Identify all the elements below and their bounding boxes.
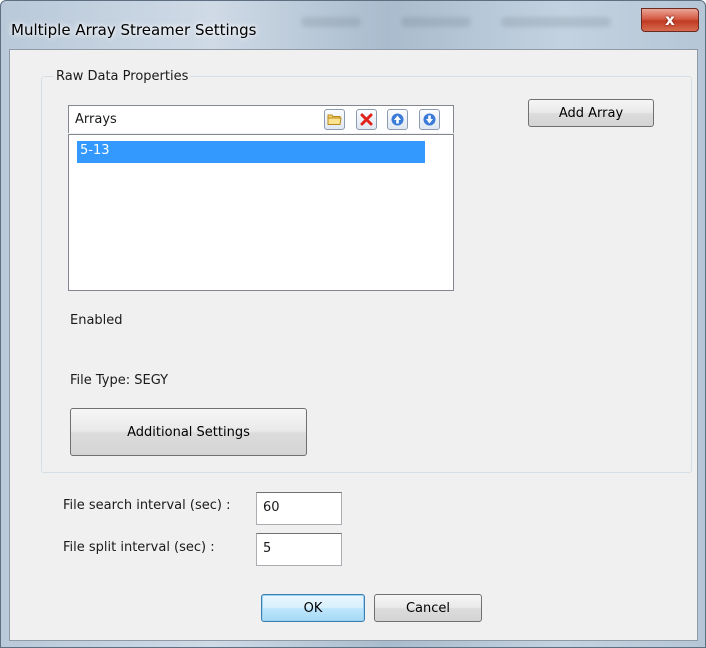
file-search-interval-input[interactable]: 60 bbox=[256, 492, 342, 525]
move-up-button[interactable] bbox=[387, 109, 408, 130]
arrays-header: Arrays bbox=[68, 105, 454, 133]
arrays-listbox[interactable]: 5-13 bbox=[68, 134, 454, 291]
dialog-client-area: Raw Data Properties Arrays 5-13 Add Arra… bbox=[9, 49, 698, 641]
dialog-window: Multiple Array Streamer Settings x Raw D… bbox=[0, 0, 706, 648]
move-down-icon bbox=[423, 113, 436, 126]
file-split-interval-input[interactable]: 5 bbox=[256, 533, 342, 566]
cancel-button[interactable]: Cancel bbox=[374, 594, 482, 622]
add-array-button[interactable]: Add Array bbox=[528, 99, 654, 127]
move-down-button[interactable] bbox=[419, 109, 440, 130]
file-split-interval-label: File split interval (sec) : bbox=[63, 540, 215, 555]
title-bar[interactable]: Multiple Array Streamer Settings x bbox=[1, 1, 705, 53]
window-title: Multiple Array Streamer Settings bbox=[11, 21, 257, 39]
array-list-item[interactable]: 5-13 bbox=[77, 141, 425, 163]
close-icon: x bbox=[665, 11, 675, 29]
folder-icon bbox=[327, 114, 342, 125]
delete-array-button[interactable] bbox=[356, 109, 377, 130]
add-folder-button[interactable] bbox=[324, 109, 345, 130]
arrays-header-label: Arrays bbox=[75, 112, 117, 127]
delete-icon bbox=[360, 113, 373, 126]
enabled-label: Enabled bbox=[70, 313, 123, 328]
file-type-label: File Type: SEGY bbox=[70, 373, 169, 388]
close-button[interactable]: x bbox=[641, 8, 699, 32]
move-up-icon bbox=[391, 113, 404, 126]
group-label: Raw Data Properties bbox=[54, 69, 191, 84]
file-search-interval-label: File search interval (sec) : bbox=[63, 498, 231, 513]
additional-settings-button[interactable]: Additional Settings bbox=[70, 408, 307, 456]
ok-button[interactable]: OK bbox=[261, 594, 365, 622]
